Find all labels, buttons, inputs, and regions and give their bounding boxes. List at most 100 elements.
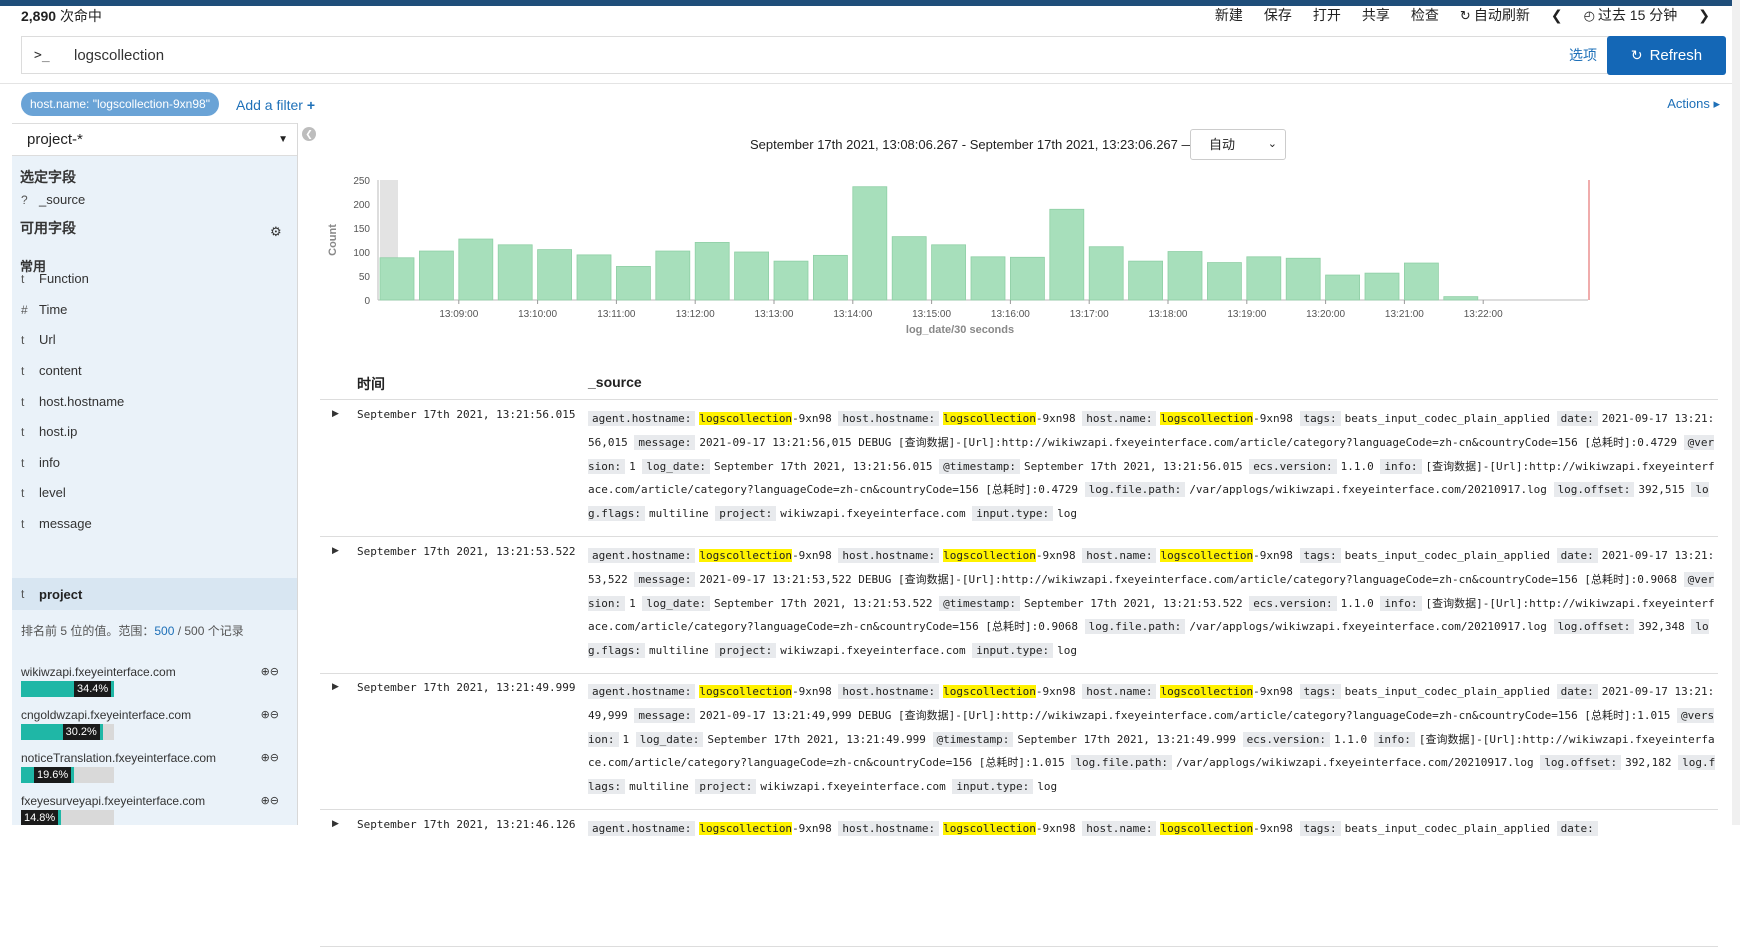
- refresh-button[interactable]: ↻ Refresh: [1607, 36, 1726, 75]
- doc-table-row[interactable]: ▶ September 17th 2021, 13:21:53.522 agent.…: [320, 537, 1718, 674]
- row-timestamp: September 17th 2021, 13:21:49.999: [357, 681, 576, 694]
- refresh-icon: ↻: [1630, 47, 1643, 63]
- gear-icon[interactable]: ⚙: [270, 224, 282, 240]
- zoom-filter-icons[interactable]: ⊕⊖: [261, 708, 279, 721]
- field-item[interactable]: t host.ip: [21, 424, 77, 439]
- clock-icon: ◴: [1583, 8, 1595, 23]
- histogram-bar: [1167, 251, 1203, 301]
- top-value-bar: 14.8%: [21, 810, 114, 825]
- zoom-filter-icons[interactable]: ⊕⊖: [261, 751, 279, 764]
- field-item-source[interactable]: ? _source: [21, 192, 85, 207]
- x-axis-label: log_date/30 seconds: [906, 324, 1014, 336]
- x-tick-label: 13:10:00: [518, 309, 557, 320]
- doc-table-row[interactable]: ▶ September 17th 2021, 13:21:46.126 agent.…: [320, 810, 1718, 947]
- histogram-bar: [1088, 246, 1124, 301]
- actions-link[interactable]: Actions ▸: [1667, 96, 1720, 112]
- col-time-header[interactable]: 时间: [357, 374, 385, 394]
- x-tick-label: 13:09:00: [439, 309, 478, 320]
- new-button[interactable]: 新建: [1215, 5, 1243, 25]
- row-source: agent.hostname: logscollection-9xn98 host…: [588, 411, 1715, 522]
- field-item[interactable]: t host.hostname: [21, 394, 124, 409]
- chevron-right-icon: ❯: [1698, 6, 1710, 23]
- record-count-link[interactable]: 500: [154, 624, 174, 638]
- query-prompt-icon: >_: [34, 47, 50, 63]
- col-source-header: _source: [588, 374, 642, 390]
- x-tick-label: 13:16:00: [991, 309, 1030, 320]
- row-timestamp: September 17th 2021, 13:21:56.015: [357, 408, 576, 421]
- field-item[interactable]: t Function: [21, 271, 89, 286]
- filter-bar: host.name: "logscollection-9xn98" Add a …: [0, 83, 1740, 123]
- inspect-button[interactable]: 检查: [1411, 5, 1439, 25]
- caret-down-icon: ▼: [278, 134, 288, 145]
- add-filter-link[interactable]: Add a filter +: [236, 97, 315, 113]
- field-item[interactable]: # Time: [21, 302, 67, 317]
- x-tick-label: 13:11:00: [597, 309, 636, 320]
- interval-select[interactable]: 自动 ⌄: [1190, 129, 1286, 160]
- scrollbar[interactable]: [1732, 0, 1740, 825]
- top-value-item: noticeTranslation.fxeyeinterface.com ⊕⊖ 19…: [21, 751, 291, 783]
- histogram-bar: [1010, 256, 1045, 301]
- histogram-bar: [576, 254, 612, 301]
- field-item-project[interactable]: t project: [12, 578, 297, 610]
- histogram-bar: [970, 256, 1006, 301]
- histogram-bar: [852, 186, 888, 301]
- field-item[interactable]: t content: [21, 363, 82, 378]
- x-tick-label: 13:19:00: [1227, 309, 1266, 320]
- histogram-bar: [419, 250, 454, 301]
- histogram-time-range: September 17th 2021, 13:08:06.267 - Sept…: [750, 137, 1195, 152]
- histogram-bar: [379, 257, 415, 301]
- zoom-filter-icons[interactable]: ⊕⊖: [261, 794, 279, 807]
- filter-pill[interactable]: host.name: "logscollection-9xn98": [21, 92, 219, 116]
- top-value-label: wikiwzapi.fxeyeinterface.com: [21, 665, 176, 679]
- index-pattern-select[interactable]: project-* ▼: [12, 123, 297, 156]
- share-button[interactable]: 共享: [1362, 5, 1390, 25]
- open-button[interactable]: 打开: [1313, 5, 1341, 25]
- collapse-sidebar-button[interactable]: ❮: [302, 127, 316, 141]
- zoom-filter-icons[interactable]: ⊕⊖: [261, 665, 279, 678]
- expand-row-icon[interactable]: ▶: [332, 681, 339, 692]
- histogram-bar: [1207, 262, 1242, 301]
- row-source: agent.hostname: logscollection-9xn98 host…: [588, 548, 1715, 659]
- x-tick-label: 13:17:00: [1070, 309, 1109, 320]
- save-button[interactable]: 保存: [1264, 5, 1292, 25]
- expand-row-icon[interactable]: ▶: [332, 408, 339, 419]
- top-value-item: wikiwzapi.fxeyeinterface.com ⊕⊖ 34.4%: [21, 665, 291, 697]
- field-item[interactable]: t info: [21, 455, 60, 470]
- query-bar: >_ 选项: [21, 36, 1610, 74]
- field-item[interactable]: t message: [21, 516, 92, 531]
- time-prev-button[interactable]: ❮: [1551, 7, 1563, 24]
- expand-row-icon[interactable]: ▶: [332, 818, 339, 829]
- histogram-bar: [694, 242, 730, 301]
- x-tick-label: 13:12:00: [676, 309, 715, 320]
- plus-icon: +: [306, 97, 316, 113]
- histogram-bar: [1443, 296, 1479, 301]
- top-value-item: cngoldwzapi.fxeyeinterface.com ⊕⊖ 30.2%: [21, 708, 291, 740]
- histogram-chart: 0 50 100 150 200 250 13:09:00 13:10:00 13:11:00 1…: [327, 176, 1590, 336]
- histogram-bar: [734, 251, 770, 301]
- x-tick-label: 13:18:00: [1149, 309, 1188, 320]
- top-value-percent: 19.6%: [33, 767, 72, 783]
- top-value-label: fxeyesurveyapi.fxeyeinterface.com: [21, 794, 206, 808]
- top-values-summary: 排名前 5 位的值。范围：500 / 500 个记录: [21, 624, 244, 638]
- field-item[interactable]: t level: [21, 485, 66, 500]
- y-tick-label: 150: [353, 224, 370, 235]
- time-next-button[interactable]: ❯: [1698, 7, 1710, 24]
- histogram-bar: [1404, 262, 1439, 301]
- top-value-percent: 34.4%: [74, 681, 112, 697]
- field-item[interactable]: t Url: [21, 332, 56, 347]
- query-input[interactable]: [74, 46, 1569, 64]
- top-value-item: fxeyesurveyapi.fxeyeinterface.com ⊕⊖ 14.8%: [21, 794, 291, 825]
- top-value-percent: 30.2%: [62, 724, 100, 740]
- doc-table-row[interactable]: ▶ September 17th 2021, 13:21:49.999 agent.…: [320, 673, 1718, 810]
- time-picker-button[interactable]: ◴ 过去 15 分钟: [1584, 5, 1678, 25]
- chevron-left-icon: ❮: [305, 129, 313, 139]
- refresh-icon: ↻: [1459, 8, 1471, 23]
- histogram-bar: [655, 250, 691, 301]
- expand-row-icon[interactable]: ▶: [332, 545, 339, 556]
- auto-refresh-button[interactable]: ↻ 自动刷新: [1460, 5, 1530, 25]
- histogram-bar: [537, 249, 573, 301]
- x-tick-label: 13:20:00: [1306, 309, 1345, 320]
- query-options-link[interactable]: 选项: [1569, 45, 1597, 65]
- chevron-down-icon: ⌄: [1267, 138, 1277, 150]
- doc-table-row[interactable]: ▶ September 17th 2021, 13:21:56.015 agent.…: [320, 400, 1718, 537]
